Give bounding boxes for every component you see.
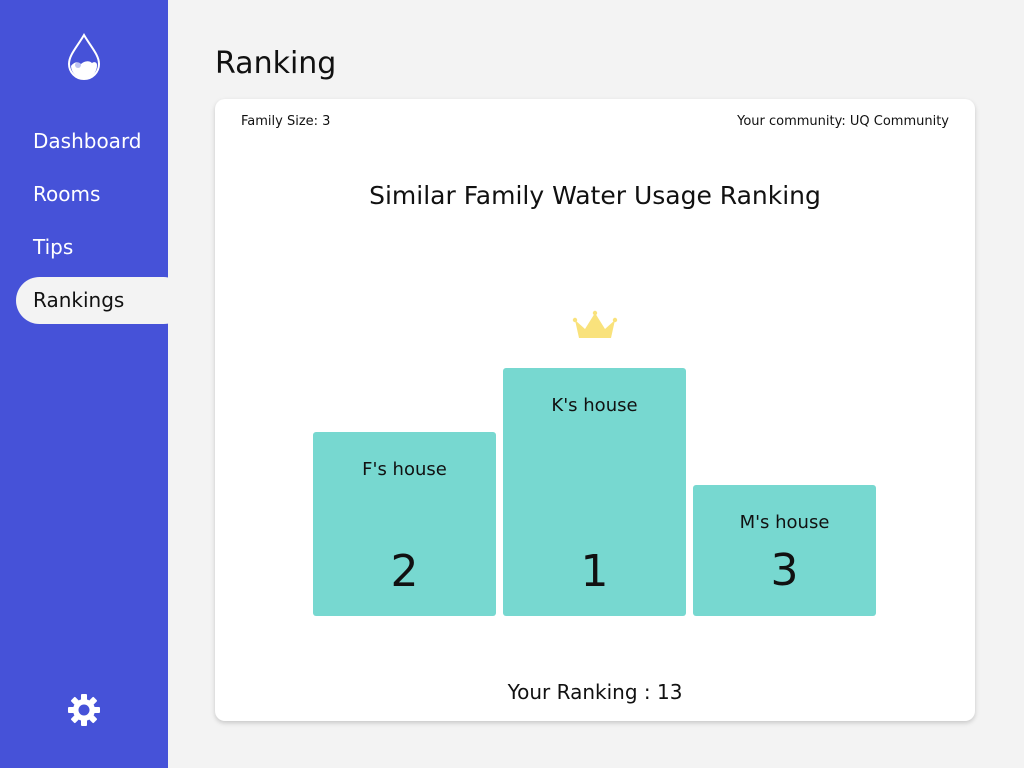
water-drop-icon [67,33,101,80]
ranking-card: Family Size: 3 Your community: UQ Commun… [215,99,975,721]
podium-house-name: M's house [739,512,830,533]
sidebar-item-rankings[interactable]: Rankings [16,277,187,324]
ranking-title: Similar Family Water Usage Ranking [369,181,821,210]
page-title: Ranking [215,46,337,81]
podium-rank-number: 1 [580,546,609,597]
gear-icon[interactable] [66,692,102,728]
family-size-label: Family Size: 3 [241,114,331,129]
crown-icon [572,310,618,338]
sidebar-item-rooms[interactable]: Rooms [0,171,188,218]
sidebar-item-dashboard[interactable]: Dashboard [0,118,188,165]
sidebar: Dashboard Rooms Tips Rankings [0,0,187,768]
podium-rank-number: 3 [770,545,799,596]
podium-house-name: F's house [362,459,447,480]
sidebar-item-tips[interactable]: Tips [0,224,188,271]
podium-first-place: K's house 1 [503,368,686,616]
podium-third-place: M's house 3 [693,485,876,616]
app: Dashboard Rooms Tips Rankings Ranking Fa… [0,0,1024,768]
podium-second-place: F's house 2 [313,432,496,616]
podium-rank-number: 2 [390,546,419,597]
sidebar-nav: Dashboard Rooms Tips Rankings [0,118,188,330]
your-ranking: Your Ranking : 13 [507,680,683,704]
podium-house-name: K's house [551,395,638,416]
community-label: Your community: UQ Community [737,114,949,129]
